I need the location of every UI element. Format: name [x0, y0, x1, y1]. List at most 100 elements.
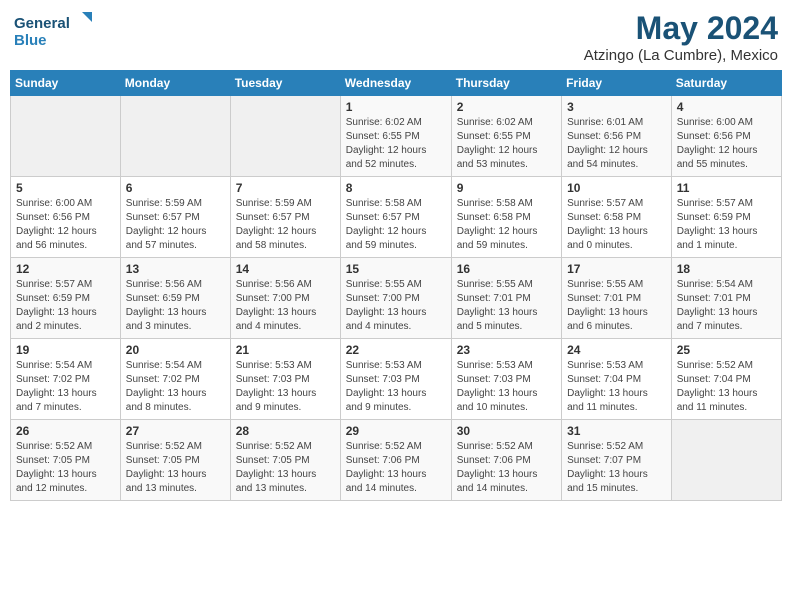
calendar-cell: 6Sunrise: 5:59 AM Sunset: 6:57 PM Daylig…: [120, 177, 230, 258]
calendar-cell: 1Sunrise: 6:02 AM Sunset: 6:55 PM Daylig…: [340, 96, 451, 177]
svg-text:Blue: Blue: [14, 32, 47, 49]
cell-day-number: 25: [677, 343, 776, 357]
calendar-cell: 19Sunrise: 5:54 AM Sunset: 7:02 PM Dayli…: [11, 339, 121, 420]
cell-info-text: Sunrise: 5:53 AM Sunset: 7:03 PM Dayligh…: [236, 359, 335, 415]
cell-day-number: 13: [126, 262, 225, 276]
calendar-cell: 26 Sunrise: 5:52 AM Sunset: 7:05 PM Dayli…: [11, 420, 121, 501]
svg-text:General: General: [14, 15, 70, 32]
cell-day-number: 30: [457, 424, 556, 438]
cell-info-text: Sunrise: 5:52 AM Sunset: 7:06 PM Dayligh…: [346, 440, 446, 496]
calendar-cell: 18Sunrise: 5:54 AM Sunset: 7:01 PM Dayli…: [671, 258, 781, 339]
cell-info-text: Sunrise: 5:54 AM Sunset: 7:02 PM Dayligh…: [126, 359, 225, 415]
cell-day-number: 4: [677, 100, 776, 114]
cell-day-number: 2: [457, 100, 556, 114]
cell-day-number: 8: [346, 181, 446, 195]
calendar-cell: 28 Sunrise: 5:52 AM Sunset: 7:05 PM Dayli…: [230, 420, 340, 501]
cell-day-number: 18: [677, 262, 776, 276]
cell-day-number: 3: [567, 100, 666, 114]
calendar-cell: 8Sunrise: 5:58 AM Sunset: 6:57 PM Daylig…: [340, 177, 451, 258]
calendar-title: May 2024: [584, 10, 778, 47]
calendar-cell: 22Sunrise: 5:53 AM Sunset: 7:03 PM Dayli…: [340, 339, 451, 420]
header-friday: Friday: [562, 71, 672, 96]
cell-info-text: Sunrise: 5:52 AM Sunset: 7:07 PM Dayligh…: [567, 440, 666, 496]
header-monday: Monday: [120, 71, 230, 96]
header-wednesday: Wednesday: [340, 71, 451, 96]
cell-info-text: Sunrise: 6:01 AM Sunset: 6:56 PM Dayligh…: [567, 116, 666, 172]
cell-info-text: Sunrise: 5:52 AM Sunset: 7:05 PM Dayligh…: [16, 440, 115, 496]
header-tuesday: Tuesday: [230, 71, 340, 96]
calendar-cell: [230, 96, 340, 177]
week-row-4: 19 Sunrise: 5:54 AM Sunset: 7:02 PM Dayli…: [11, 339, 782, 420]
week-row-2: 5Sunrise: 6:00 AM Sunset: 6:56 PM Daylig…: [11, 177, 782, 258]
calendar-cell: 29 Sunrise: 5:52 AM Sunset: 7:06 PM Dayli…: [340, 420, 451, 501]
cell-info-text: Sunrise: 5:58 AM Sunset: 6:58 PM Dayligh…: [457, 197, 556, 253]
cell-info-text: Sunrise: 5:56 AM Sunset: 7:00 PM Dayligh…: [236, 278, 335, 334]
cell-day-number: 21: [236, 343, 335, 357]
calendar-cell: 20 Sunrise: 5:54 AM Sunset: 7:02 PM Dayli…: [120, 339, 230, 420]
cell-day-number: 10: [567, 181, 666, 195]
week-row-3: 12 Sunrise: 5:57 AM Sunset: 6:59 PM Dayli…: [11, 258, 782, 339]
header-sunday: Sunday: [11, 71, 121, 96]
cell-day-number: 24: [567, 343, 666, 357]
cell-info-text: Sunrise: 5:55 AM Sunset: 7:01 PM Dayligh…: [457, 278, 556, 334]
cell-day-number: 11: [677, 181, 776, 195]
calendar-cell: [120, 96, 230, 177]
page-header: General Blue May 2024 Atzingo (La Cumbre…: [10, 10, 782, 64]
calendar-cell: 17 Sunrise: 5:55 AM Sunset: 7:01 PM Dayli…: [562, 258, 672, 339]
calendar-cell: 9 Sunrise: 5:58 AM Sunset: 6:58 PM Daylig…: [451, 177, 561, 258]
cell-day-number: 27: [126, 424, 225, 438]
cell-info-text: Sunrise: 6:02 AM Sunset: 6:55 PM Dayligh…: [346, 116, 446, 172]
cell-day-number: 19: [16, 343, 115, 357]
cell-info-text: Sunrise: 5:52 AM Sunset: 7:04 PM Dayligh…: [677, 359, 776, 415]
cell-day-number: 15: [346, 262, 446, 276]
calendar-cell: 7 Sunrise: 5:59 AM Sunset: 6:57 PM Daylig…: [230, 177, 340, 258]
cell-info-text: Sunrise: 5:59 AM Sunset: 6:57 PM Dayligh…: [236, 197, 335, 253]
cell-info-text: Sunrise: 5:53 AM Sunset: 7:04 PM Dayligh…: [567, 359, 666, 415]
cell-day-number: 31: [567, 424, 666, 438]
cell-day-number: 17: [567, 262, 666, 276]
cell-day-number: 20: [126, 343, 225, 357]
cell-info-text: Sunrise: 5:52 AM Sunset: 7:05 PM Dayligh…: [126, 440, 225, 496]
cell-day-number: 12: [16, 262, 115, 276]
cell-info-text: Sunrise: 5:53 AM Sunset: 7:03 PM Dayligh…: [346, 359, 446, 415]
calendar-cell: 13Sunrise: 5:56 AM Sunset: 6:59 PM Dayli…: [120, 258, 230, 339]
calendar-cell: 31 Sunrise: 5:52 AM Sunset: 7:07 PM Dayli…: [562, 420, 672, 501]
calendar-cell: 27 Sunrise: 5:52 AM Sunset: 7:05 PM Dayli…: [120, 420, 230, 501]
cell-day-number: 26: [16, 424, 115, 438]
calendar-table: SundayMondayTuesdayWednesdayThursdayFrid…: [10, 70, 782, 501]
cell-day-number: 14: [236, 262, 335, 276]
cell-info-text: Sunrise: 5:52 AM Sunset: 7:05 PM Dayligh…: [236, 440, 335, 496]
week-row-1: 1Sunrise: 6:02 AM Sunset: 6:55 PM Daylig…: [11, 96, 782, 177]
cell-info-text: Sunrise: 6:00 AM Sunset: 6:56 PM Dayligh…: [677, 116, 776, 172]
calendar-cell: 10 Sunrise: 5:57 AM Sunset: 6:58 PM Dayli…: [562, 177, 672, 258]
cell-day-number: 16: [457, 262, 556, 276]
calendar-cell: 5Sunrise: 6:00 AM Sunset: 6:56 PM Daylig…: [11, 177, 121, 258]
cell-day-number: 29: [346, 424, 446, 438]
calendar-cell: 24 Sunrise: 5:53 AM Sunset: 7:04 PM Dayli…: [562, 339, 672, 420]
calendar-cell: 3 Sunrise: 6:01 AM Sunset: 6:56 PM Daylig…: [562, 96, 672, 177]
cell-info-text: Sunrise: 5:52 AM Sunset: 7:06 PM Dayligh…: [457, 440, 556, 496]
cell-info-text: Sunrise: 5:55 AM Sunset: 7:01 PM Dayligh…: [567, 278, 666, 334]
calendar-cell: [11, 96, 121, 177]
header-thursday: Thursday: [451, 71, 561, 96]
header-saturday: Saturday: [671, 71, 781, 96]
cell-info-text: Sunrise: 6:00 AM Sunset: 6:56 PM Dayligh…: [16, 197, 115, 253]
cell-day-number: 7: [236, 181, 335, 195]
calendar-cell: 4 Sunrise: 6:00 AM Sunset: 6:56 PM Daylig…: [671, 96, 781, 177]
cell-day-number: 28: [236, 424, 335, 438]
cell-info-text: Sunrise: 5:53 AM Sunset: 7:03 PM Dayligh…: [457, 359, 556, 415]
calendar-cell: 23Sunrise: 5:53 AM Sunset: 7:03 PM Dayli…: [451, 339, 561, 420]
calendar-subtitle: Atzingo (La Cumbre), Mexico: [584, 47, 778, 64]
cell-info-text: Sunrise: 5:57 AM Sunset: 6:58 PM Dayligh…: [567, 197, 666, 253]
calendar-cell: 2 Sunrise: 6:02 AM Sunset: 6:55 PM Daylig…: [451, 96, 561, 177]
title-block: May 2024 Atzingo (La Cumbre), Mexico: [584, 10, 778, 64]
logo: General Blue: [14, 10, 94, 50]
cell-info-text: Sunrise: 6:02 AM Sunset: 6:55 PM Dayligh…: [457, 116, 556, 172]
cell-day-number: 9: [457, 181, 556, 195]
calendar-cell: 11Sunrise: 5:57 AM Sunset: 6:59 PM Dayli…: [671, 177, 781, 258]
calendar-cell: 21 Sunrise: 5:53 AM Sunset: 7:03 PM Dayli…: [230, 339, 340, 420]
calendar-cell: 12 Sunrise: 5:57 AM Sunset: 6:59 PM Dayli…: [11, 258, 121, 339]
cell-info-text: Sunrise: 5:57 AM Sunset: 6:59 PM Dayligh…: [16, 278, 115, 334]
calendar-cell: 14 Sunrise: 5:56 AM Sunset: 7:00 PM Dayli…: [230, 258, 340, 339]
cell-info-text: Sunrise: 5:59 AM Sunset: 6:57 PM Dayligh…: [126, 197, 225, 253]
